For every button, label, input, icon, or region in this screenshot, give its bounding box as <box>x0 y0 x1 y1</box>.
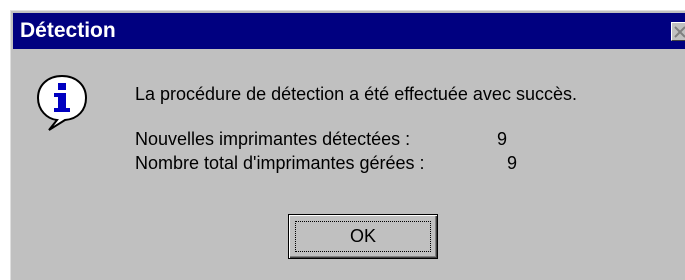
new-printers-label: Nouvelles imprimantes détectées : <box>135 129 411 149</box>
info-icon <box>36 74 88 131</box>
close-button[interactable] <box>671 22 685 41</box>
title-bar[interactable]: Détection <box>13 13 685 49</box>
total-printers-label: Nombre total d'imprimantes gérées : <box>135 153 425 173</box>
dialog-title: Détection <box>20 19 116 42</box>
detection-dialog: Détection La procédure de détection a ét… <box>10 10 685 280</box>
ok-button-label: OK <box>349 226 376 246</box>
success-message: La procédure de détection a été effectué… <box>135 84 577 104</box>
new-printers-value: 9 <box>497 129 508 149</box>
total-printers-value: 9 <box>507 153 518 173</box>
ok-button[interactable]: OK <box>288 214 438 259</box>
close-icon <box>674 26 685 38</box>
